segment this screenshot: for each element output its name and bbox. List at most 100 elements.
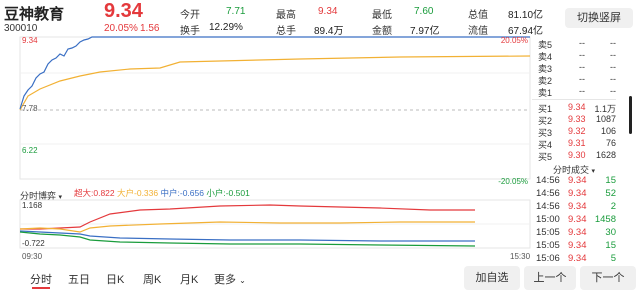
price-chart-svg — [19, 36, 531, 180]
tab-five-day[interactable]: 五日 — [68, 271, 90, 287]
stat-label-low: 最低 — [372, 10, 392, 21]
stat-value-high: 9.34 — [318, 6, 338, 17]
bid-price: 9.33 — [568, 114, 586, 124]
ask-vol: -- — [610, 74, 616, 84]
ask-row: 卖2 -- -- — [532, 74, 616, 86]
stock-name: 豆神教育 — [4, 6, 65, 23]
switch-portrait-button[interactable]: 切换竖屏 — [565, 8, 633, 28]
bid-vol: 76 — [605, 138, 616, 148]
bid-row: 买1 9.34 1.1万 — [532, 102, 616, 114]
tab-active-indicator — [32, 287, 50, 289]
ask-label: 卖1 — [538, 88, 553, 98]
x-axis-end: 15:30 — [510, 252, 531, 261]
trade-vol: 2 — [610, 201, 616, 212]
flow-y-bottom: -0.722 — [22, 239, 45, 248]
x-axis-start: 09:30 — [22, 252, 43, 261]
y-axis-bottom: 6.22 — [22, 146, 38, 155]
change-abs: 1.56 — [140, 23, 160, 34]
stat-value-total-value: 81.10亿 — [508, 10, 544, 21]
bid-vol: 106 — [600, 126, 616, 136]
legend-medium: 中户:-0.656 — [160, 188, 204, 198]
trade-price: 9.34 — [568, 214, 587, 225]
stock-code: 300010 — [4, 23, 38, 34]
bid-row: 买4 9.31 76 — [532, 138, 616, 150]
trade-row: 15:05 9.34 15 — [532, 240, 616, 253]
order-book-divider — [532, 99, 616, 100]
scrollbar-thumb[interactable] — [629, 96, 632, 134]
tab-label: 月K — [180, 274, 199, 286]
flow-chart: 1.168 -0.722 — [0, 198, 532, 250]
trade-vol: 15 — [605, 175, 616, 186]
trade-price: 9.34 — [568, 253, 587, 264]
stat-label-open: 今开 — [180, 10, 200, 21]
tab-label: 日K — [106, 274, 125, 286]
trade-time: 15:05 — [536, 227, 560, 238]
tab-weekly-k[interactable]: 周K — [143, 271, 161, 287]
ask-price: -- — [579, 38, 585, 48]
tab-monthly-k[interactable]: 月K — [180, 271, 198, 287]
trade-row: 15:00 9.34 1458 — [532, 214, 616, 227]
ask-vol: -- — [610, 50, 616, 60]
stat-label-high: 最高 — [276, 10, 296, 21]
ask-price: -- — [579, 62, 585, 72]
ask-vol: -- — [610, 86, 616, 96]
legend-large: 大户-0.336 — [117, 188, 159, 198]
tab-label: 五日 — [68, 274, 90, 286]
tab-label: 更多 — [214, 274, 236, 286]
tab-label: 分时 — [30, 274, 52, 286]
bid-row: 买3 9.32 106 — [532, 126, 616, 138]
trade-price: 9.34 — [568, 227, 587, 238]
previous-stock-button[interactable]: 上一个 — [524, 266, 576, 290]
add-watchlist-button[interactable]: 加自选 — [464, 266, 520, 290]
more-dropdown-icon: ⌄ — [239, 276, 246, 285]
average-price-line — [19, 55, 531, 111]
chevron-down-icon: ▾ — [591, 168, 596, 175]
ask-row: 卖3 -- -- — [532, 62, 616, 74]
ask-row: 卖5 -- -- — [532, 38, 616, 50]
legend-small: 小户:-0.501 — [206, 188, 250, 198]
stat-value-open: 7.71 — [226, 6, 246, 17]
pct-axis-top: 20.05% — [500, 36, 528, 45]
ask-price: -- — [579, 50, 585, 60]
stat-label-total-value: 总值 — [468, 10, 488, 21]
trade-vol: 52 — [605, 188, 616, 199]
trade-price: 9.34 — [568, 201, 587, 212]
flow-chart-svg — [19, 199, 531, 249]
stat-value-low: 7.60 — [414, 6, 434, 17]
trade-row: 15:05 9.34 30 — [532, 227, 616, 240]
trade-time: 15:00 — [536, 214, 560, 225]
ask-vol: -- — [610, 62, 616, 72]
ask-vol: -- — [610, 38, 616, 48]
next-stock-button[interactable]: 下一个 — [580, 266, 636, 290]
trade-row: 14:56 9.34 2 — [532, 201, 616, 214]
tab-label: 周K — [143, 274, 162, 286]
trade-vol: 5 — [610, 253, 616, 264]
ask-row: 卖1 -- -- — [532, 86, 616, 98]
trade-time: 14:56 — [536, 201, 560, 212]
pct-axis-bottom: -20.05% — [498, 177, 528, 186]
change-pct: 20.05% — [104, 23, 138, 34]
legend-super-large: 超大:0.822 — [74, 188, 115, 198]
bid-price: 9.32 — [568, 126, 586, 136]
trade-time: 15:06 — [536, 253, 560, 264]
trade-price: 9.34 — [568, 188, 587, 199]
stat-value-turnover: 12.29% — [209, 22, 243, 33]
trade-price: 9.34 — [568, 175, 587, 186]
ask-row: 卖4 -- -- — [532, 50, 616, 62]
trade-time: 14:56 — [536, 188, 560, 199]
bid-label: 买5 — [538, 152, 553, 162]
tab-more[interactable]: 更多 ⌄ — [214, 271, 246, 287]
trade-vol: 15 — [605, 240, 616, 251]
trades-title-text: 分时成交 — [552, 165, 589, 175]
flow-legend-bar: 分时博弈 ▾ — [20, 186, 62, 201]
chart-frame — [19, 36, 531, 180]
tab-daily-k[interactable]: 日K — [106, 271, 124, 287]
trade-row: 14:56 9.34 52 — [532, 188, 616, 201]
bid-row: 买5 9.30 1628 — [532, 150, 616, 162]
tab-intraday[interactable]: 分时 — [30, 271, 52, 289]
bid-row: 买2 9.33 1087 — [532, 114, 616, 126]
bid-vol: 1087 — [595, 114, 616, 124]
bid-vol: 1628 — [595, 150, 616, 160]
trade-vol: 1458 — [594, 214, 616, 225]
bid-price: 9.30 — [568, 150, 586, 160]
